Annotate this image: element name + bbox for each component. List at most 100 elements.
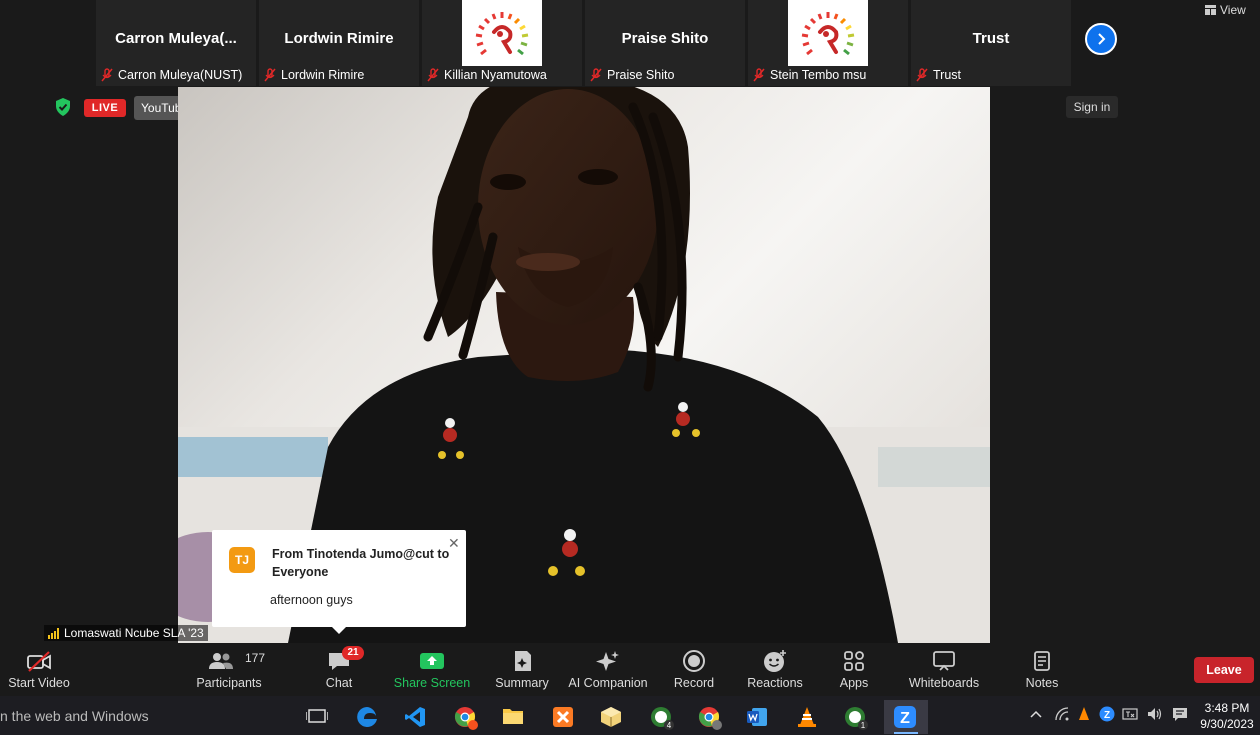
virtualbox-taskbar-button[interactable] [590, 700, 634, 734]
ai-companion-button[interactable]: AI Companion [566, 643, 650, 696]
participant-name-large: Lordwin Rimire [284, 30, 394, 47]
participant-tile[interactable]: Praise Shito Praise Shito [585, 0, 745, 86]
participant-footer: Lordwin Rimire [259, 66, 364, 84]
chevron-up-icon[interactable] [1028, 706, 1044, 722]
windows-taskbar: n the web and Windows 4 1 Z Z 3:48 PM 9/… [0, 696, 1260, 735]
zoom-icon: Z [894, 706, 916, 728]
word-taskbar-button[interactable] [736, 700, 780, 734]
mic-muted-icon [264, 68, 276, 82]
participants-button[interactable]: 177 Participants [190, 643, 268, 696]
participant-tile[interactable]: Killian Nyamutowa [422, 0, 582, 86]
task-view-icon [306, 709, 328, 723]
zoom-tray-icon[interactable]: Z [1099, 706, 1115, 722]
reactions-button[interactable]: Reactions [742, 643, 808, 696]
leave-button[interactable]: Leave [1194, 657, 1254, 683]
share-screen-button[interactable]: Share Screen [392, 643, 472, 696]
chrome-third-taskbar-button[interactable]: 1 [834, 700, 878, 734]
svg-text:Z: Z [900, 710, 910, 727]
whiteboards-label: Whiteboards [908, 676, 980, 690]
record-icon [683, 650, 705, 672]
video-off-icon [27, 651, 51, 672]
virtualbox-icon [601, 707, 621, 727]
participant-strip: Carron Muleya(... Carron Muleya(NUST) Lo… [0, 0, 1260, 86]
sender-avatar: TJ [229, 547, 255, 573]
vlc-taskbar-button[interactable] [786, 700, 830, 734]
participant-name: Trust [933, 68, 962, 82]
signal-strength-icon [48, 627, 59, 639]
participant-tile[interactable]: Lordwin Rimire Lordwin Rimire [259, 0, 419, 86]
ime-icon[interactable] [1122, 706, 1138, 722]
mic-muted-icon [916, 68, 928, 82]
close-icon[interactable]: ✕ [448, 535, 460, 552]
chrome-window-count: 4 [667, 721, 672, 730]
notes-button[interactable]: Notes [1016, 643, 1068, 696]
chat-notification-popup[interactable]: TJ From Tinotenda Jumo@cut to Everyone a… [212, 530, 466, 634]
whiteboard-icon [933, 651, 955, 671]
chat-message-text: afternoon guys [270, 593, 353, 607]
start-video-button[interactable]: Start Video [0, 643, 78, 696]
edge-taskbar-button[interactable] [346, 700, 390, 734]
participant-footer: Killian Nyamutowa [422, 66, 547, 84]
taskbar-search-box[interactable]: n the web and Windows [0, 708, 149, 724]
notes-icon [1034, 651, 1050, 671]
view-button[interactable]: View [1205, 3, 1246, 17]
chrome-icon: 4 [651, 707, 674, 730]
chat-button[interactable]: 21 Chat [310, 643, 368, 696]
system-clock[interactable]: 3:48 PM 9/30/2023 [1198, 700, 1256, 732]
participant-tile[interactable]: Stein Tembo msu [748, 0, 908, 86]
meeting-toolbar: Start Video 177 Participants 21 Chat Sha… [0, 643, 1260, 696]
vlc-tray-icon[interactable] [1076, 706, 1092, 722]
participant-name: Stein Tembo msu [770, 68, 867, 82]
encryption-shield-icon[interactable] [55, 98, 71, 116]
participant-name: Carron Muleya(NUST) [118, 68, 243, 82]
zoom-meeting-window: Carron Muleya(... Carron Muleya(NUST) Lo… [0, 0, 1260, 735]
summary-label: Summary [495, 676, 549, 690]
clock-date: 9/30/2023 [1200, 717, 1254, 731]
notification-icon[interactable] [1172, 706, 1188, 722]
chrome-taskbar-button[interactable] [444, 700, 488, 734]
chat-unread-badge: 21 [342, 646, 364, 660]
sign-in-button[interactable]: Sign in [1066, 96, 1118, 118]
live-badge[interactable]: LIVE [84, 99, 126, 117]
participant-footer: Trust [911, 66, 961, 84]
participant-tile[interactable]: Carron Muleya(... Carron Muleya(NUST) [96, 0, 256, 86]
mic-muted-icon [590, 68, 602, 82]
participants-label: Participants [196, 676, 262, 690]
next-page-button[interactable] [1085, 23, 1117, 55]
notes-label: Notes [1025, 676, 1059, 690]
view-label: View [1220, 3, 1246, 17]
xampp-icon [553, 707, 573, 727]
chrome-second-taskbar-button[interactable] [688, 700, 732, 734]
chrome-icon: 1 [845, 707, 868, 730]
participant-footer: Praise Shito [585, 66, 674, 84]
participant-tile[interactable]: Trust Trust [911, 0, 1071, 86]
start-video-label: Start Video [8, 676, 70, 690]
xampp-taskbar-button[interactable] [542, 700, 586, 734]
mic-muted-icon [427, 68, 439, 82]
mic-muted-icon [753, 68, 765, 82]
record-button[interactable]: Record [666, 643, 722, 696]
active-speaker-name: Lomaswati Ncube SLA '23 [64, 626, 204, 640]
vscode-taskbar-button[interactable] [394, 700, 438, 734]
task-view-button[interactable] [296, 700, 340, 734]
chrome-profile-taskbar-button[interactable]: 4 [640, 700, 684, 734]
grid-view-icon [1205, 5, 1216, 15]
apps-button[interactable]: Apps [828, 643, 880, 696]
participant-name-large: Trust [972, 30, 1010, 47]
zoom-taskbar-button[interactable]: Z [884, 700, 928, 734]
word-icon [747, 708, 767, 726]
summary-button[interactable]: Summary [492, 643, 552, 696]
ai-companion-label: AI Companion [568, 676, 648, 690]
chevron-right-icon [1098, 33, 1106, 45]
participant-name-large: Praise Shito [621, 30, 709, 47]
svg-text:Z: Z [1104, 710, 1110, 721]
record-label: Record [673, 676, 715, 690]
participant-name: Praise Shito [607, 68, 675, 82]
network-icon[interactable] [1054, 706, 1070, 722]
whiteboards-button[interactable]: Whiteboards [900, 643, 988, 696]
chat-sender-line: From Tinotenda Jumo@cut to Everyone [272, 547, 450, 579]
file-explorer-taskbar-button[interactable] [492, 700, 536, 734]
active-speaker-label: Lomaswati Ncube SLA '23 [44, 625, 208, 641]
vscode-icon [405, 707, 425, 727]
volume-icon[interactable] [1147, 706, 1163, 722]
